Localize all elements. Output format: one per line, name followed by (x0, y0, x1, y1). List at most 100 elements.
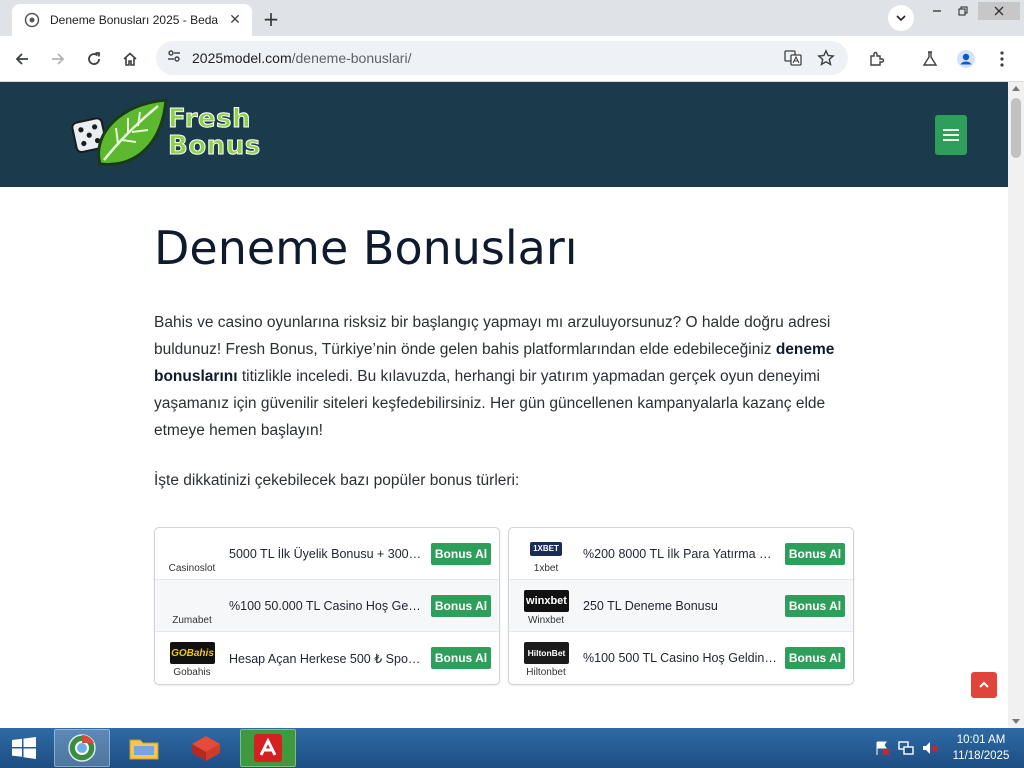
brand-logo: 1XBET (530, 541, 562, 556)
offer-text: Hesap Açan Herkese 500 ₺ Spor Bonusu (229, 651, 431, 666)
volume-muted-icon[interactable] (922, 740, 938, 756)
brand-logo (170, 537, 215, 560)
brand-name: 1xbet (533, 562, 559, 574)
bonus-card-right: 1XBET 1xbet %200 8000 TL İlk Para Yatırm… (508, 527, 854, 685)
offer-row: winxbet Winxbet 250 TL Deneme Bonusu Bon… (509, 580, 853, 632)
offer-text: %200 8000 TL İlk Para Yatırma Bonusu (583, 546, 785, 561)
brand-cell[interactable]: winxbet Winxbet (509, 580, 583, 632)
offer-text: 5000 TL İlk Üyelik Bonusu + 300 Freespin (229, 546, 431, 561)
brand-cell[interactable]: Casinoslot (155, 528, 229, 580)
clock-time: 10:01 AM (956, 734, 1006, 746)
red-box-app-icon (192, 736, 220, 761)
bonus-types-lead: İşte dikkatinizi çekebilecek bazı popüle… (154, 471, 520, 489)
browser-tab[interactable]: Deneme Bonusları 2025 - Beda ✕ (12, 4, 252, 36)
address-bar[interactable]: 2025model.com/deneme-bonuslari/ (156, 41, 848, 75)
offer-row: Casinoslot 5000 TL İlk Üyelik Bonusu + 3… (155, 528, 499, 580)
site-header: Fresh Bonus (0, 82, 1008, 187)
extensions-puzzle-icon[interactable] (866, 48, 888, 70)
start-button[interactable] (0, 728, 48, 768)
system-clock[interactable]: 10:01 AM 11/18/2025 (944, 732, 1018, 764)
folder-icon (129, 739, 159, 760)
logo-wordmark: Fresh Bonus (168, 104, 261, 161)
browser-tab-strip: Deneme Bonusları 2025 - Beda ✕ + (0, 0, 1024, 36)
url-domain: 2025model.com (192, 50, 292, 66)
action-center-flag-icon[interactable] (874, 740, 890, 756)
brand-cell[interactable]: 1XBET 1xbet (509, 528, 583, 580)
offer-row: Zumabet %100 50.000 TL Casino Hoş Geldin… (155, 580, 499, 632)
chevron-down-icon (896, 15, 906, 22)
labs-flask-icon[interactable] (919, 48, 941, 70)
tab-search-button[interactable] (888, 5, 914, 31)
hamburger-line-icon (943, 139, 959, 141)
new-tab-button[interactable]: + (258, 6, 284, 32)
restore-window-button[interactable] (952, 2, 974, 20)
page-scrollbar[interactable] (1008, 82, 1024, 728)
site-favicon-icon (24, 12, 40, 28)
bonus-al-button[interactable]: Bonus Al (431, 542, 491, 565)
chevron-up-icon (979, 681, 989, 688)
minimize-window-button[interactable] (926, 2, 948, 20)
offer-row: GOBahis Gobahis Hesap Açan Herkese 500 ₺… (155, 632, 499, 684)
brand-cell[interactable]: GOBahis Gobahis (155, 632, 229, 684)
close-window-button[interactable] (978, 2, 1020, 20)
profile-avatar-icon[interactable] (955, 48, 977, 70)
taskbar-chrome-app[interactable] (54, 729, 110, 767)
brand-logo: GOBahis (170, 642, 215, 664)
site-logo[interactable]: Fresh Bonus (70, 96, 270, 172)
reload-icon[interactable] (83, 48, 105, 70)
close-tab-icon[interactable]: ✕ (226, 11, 244, 29)
hamburger-line-icon (943, 129, 959, 131)
brand-name: Gobahis (173, 667, 211, 678)
bonus-al-button[interactable]: Bonus Al (431, 647, 491, 669)
offer-row: 1XBET 1xbet %200 8000 TL İlk Para Yatırm… (509, 528, 853, 580)
taskbar-antivirus-app[interactable] (240, 729, 296, 767)
bookmark-star-icon[interactable] (816, 48, 836, 68)
scroll-up-arrow-icon[interactable] (1012, 86, 1020, 91)
hamburger-menu-button[interactable] (935, 115, 967, 155)
site-info-icon[interactable] (166, 48, 182, 68)
taskbar-app-red[interactable] (178, 729, 234, 767)
bonus-card-left: Casinoslot 5000 TL İlk Üyelik Bonusu + 3… (154, 527, 500, 685)
windows-taskbar: 10:01 AM 11/18/2025 (0, 728, 1024, 768)
offer-row: HiltonBet Hiltonbet %100 500 TL Casino H… (509, 632, 853, 684)
brand-name: Casinoslot (168, 562, 216, 574)
browser-globe-icon (68, 734, 96, 762)
brand-logo (170, 590, 215, 612)
network-icon[interactable] (898, 740, 914, 756)
forward-arrow-icon[interactable] (47, 48, 69, 70)
antivirus-shield-icon (254, 734, 282, 762)
back-arrow-icon[interactable] (11, 48, 33, 70)
browser-menu-icon[interactable] (991, 48, 1013, 70)
logo-line-1: Fresh (168, 104, 252, 134)
bonus-al-button[interactable]: Bonus Al (785, 647, 845, 669)
scroll-down-arrow-icon[interactable] (1012, 719, 1020, 724)
brand-cell[interactable]: Zumabet (155, 580, 229, 632)
tab-title: Deneme Bonusları 2025 - Beda (50, 13, 219, 27)
brand-cell[interactable]: HiltonBet Hiltonbet (509, 632, 583, 684)
page-viewport: Fresh Bonus Deneme Bonusları Bahis ve ca… (0, 82, 1008, 728)
logo-line-2: Bonus (168, 131, 261, 161)
brand-logo: HiltonBet (524, 642, 569, 664)
hamburger-line-icon (943, 134, 959, 136)
bonus-offers: Casinoslot 5000 TL İlk Üyelik Bonusu + 3… (154, 527, 854, 687)
taskbar-file-explorer[interactable] (116, 729, 172, 767)
url-text: 2025model.com/deneme-bonuslari/ (192, 50, 411, 66)
page-title: Deneme Bonusları (154, 221, 578, 275)
offer-text: %100 500 TL Casino Hoş Geldin Bonusu (583, 651, 785, 665)
translate-icon[interactable] (783, 48, 803, 68)
bonus-al-button[interactable]: Bonus Al (785, 542, 845, 565)
offer-text: %100 50.000 TL Casino Hoş Geldin Bonusu (229, 598, 431, 613)
bonus-al-button[interactable]: Bonus Al (431, 594, 491, 617)
intro-paragraph: Bahis ve casino oyunlarına risksiz bir b… (154, 309, 854, 444)
brand-name: Zumabet (172, 614, 212, 626)
browser-toolbar: 2025model.com/deneme-bonuslari/ (0, 36, 1024, 82)
home-icon[interactable] (119, 48, 141, 70)
intro-text-1: Bahis ve casino oyunlarına risksiz bir b… (154, 313, 831, 358)
scrollbar-thumb[interactable] (1011, 98, 1021, 158)
brand-logo: winxbet (524, 589, 569, 612)
back-to-top-button[interactable] (971, 672, 997, 698)
bonus-al-button[interactable]: Bonus Al (785, 594, 845, 617)
url-path: /deneme-bonuslari/ (291, 50, 412, 66)
offer-text: 250 TL Deneme Bonusu (583, 598, 718, 613)
brand-name: Hiltonbet (526, 667, 566, 678)
